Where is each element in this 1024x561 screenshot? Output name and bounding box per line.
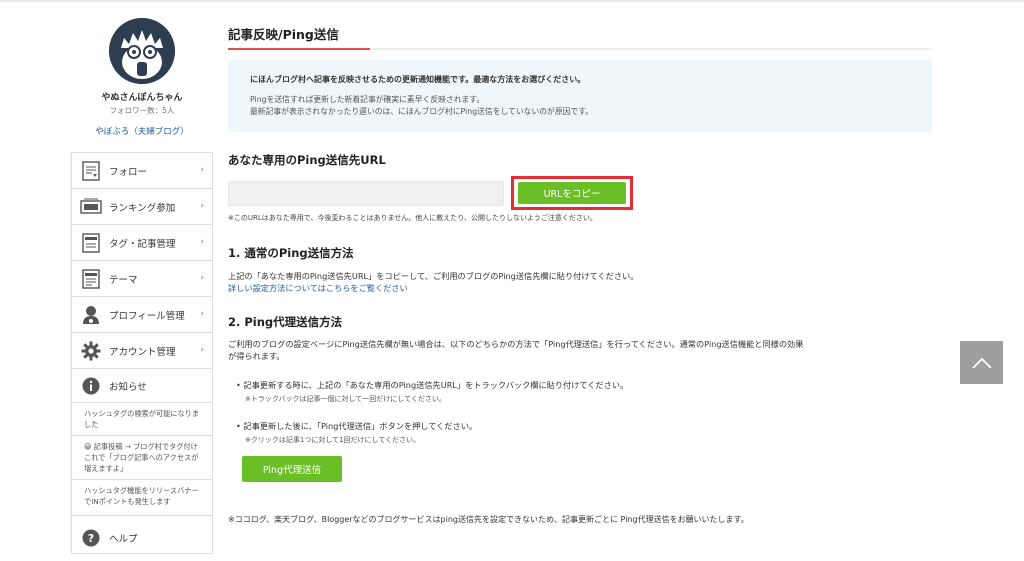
bullet-note: ※トラックバックは記事一個に対して一回だけにしてください。 xyxy=(245,395,446,403)
help-icon: ? xyxy=(80,527,102,549)
profile-icon xyxy=(80,304,102,326)
info-box: にほんブログ村へ記事を反映させるための更新通知機能です。最適な方法をお選びくださ… xyxy=(228,60,932,132)
info-line: Pingを送信すれば更新した新着記事が確実に素早く反映されます。 xyxy=(250,95,485,104)
banner-icon xyxy=(80,196,102,218)
info-line: 最新記事が表示されなかったり遅いのは、にほんブログ村にPing送信をしていないの… xyxy=(250,107,594,116)
footer-note: ※ココログ、楽天ブログ、Bloggerなどのブログサービスはping送信先を設定… xyxy=(228,515,749,524)
username: やぬさんぼんちゃん xyxy=(101,93,183,103)
scroll-to-top-button[interactable] xyxy=(960,341,1003,384)
sidebar-item-ranking[interactable]: ランキング参加 › xyxy=(72,189,212,225)
title-underline xyxy=(228,48,932,50)
bullet-proxy: • 記事更新した後に、「Ping代理送信」ボタンを押してください。 xyxy=(236,421,478,431)
sidebar: やぬさんぼんちゃん フォロワー数：5人 やぼぶろ（夫婦ブログ） フォロー › ラ… xyxy=(71,10,213,554)
sidebar-item-label: テーマ xyxy=(109,274,138,286)
chevron-right-icon: › xyxy=(200,201,204,211)
info-icon xyxy=(80,375,102,397)
bullet-trackback: • 記事更新する時に、上記の「あなた専用のPing送信先URL」をトラックバック… xyxy=(236,380,629,390)
sidebar-item-label: アカウント管理 xyxy=(109,346,176,358)
follower-count: フォロワー数：5人 xyxy=(109,106,175,115)
news-item[interactable]: ハッシュタグ機能をリリースバナーでINポイントも発生します xyxy=(72,480,212,516)
sidebar-item-follow[interactable]: フォロー › xyxy=(72,153,212,189)
section2-title: 2. Ping代理送信方法 xyxy=(228,315,343,329)
avatar[interactable] xyxy=(109,18,175,84)
chevron-right-icon: › xyxy=(200,345,204,355)
copy-button-highlight: URLをコピー xyxy=(511,176,633,210)
sidebar-item-profile[interactable]: プロフィール管理 › xyxy=(72,297,212,333)
post-icon xyxy=(80,232,102,254)
section2-text: が得られます。 xyxy=(228,351,285,361)
news-item[interactable]: 😀 記事投稿 → ブログ村でタグ付け これで「ブログ記事へのアクセスが増えますよ… xyxy=(72,436,212,480)
reader-icon xyxy=(80,160,102,182)
setup-guide-link[interactable]: 詳しい設定方法についてはこちらをご覧ください xyxy=(228,282,932,294)
chevron-right-icon: › xyxy=(200,273,204,283)
url-note: ※このURLはあなた専用で、今後変わることはありません。他人に教えたり、公開した… xyxy=(228,214,597,222)
ping-proxy-send-button[interactable]: Ping代理送信 xyxy=(242,456,342,482)
section1-title: 1. 通常のPing送信方法 xyxy=(228,246,354,260)
page-title: 記事反映/Ping送信 xyxy=(228,27,339,42)
top-border xyxy=(0,0,1024,2)
sidebar-item-label: ランキング参加 xyxy=(109,202,176,214)
chevron-right-icon: › xyxy=(200,237,204,247)
theme-icon xyxy=(80,268,102,290)
sidebar-item-label: タグ・記事管理 xyxy=(109,238,176,250)
info-lead: にほんブログ村へ記事を反映させるための更新通知機能です。最適な方法をお選びくださ… xyxy=(250,75,586,84)
chevron-up-icon xyxy=(971,357,992,369)
avatar-face-icon xyxy=(109,18,175,84)
news-header: お知らせ xyxy=(72,369,212,403)
section2-text: ご利用のブログの設定ページにPing送信先欄が無い場合は、以下のどちらかの方法で… xyxy=(228,339,804,349)
url-section-title: あなた専用のPing送信先URL xyxy=(228,153,386,167)
sidebar-menu: フォロー › ランキング参加 › タグ・記事管理 › テーマ › プロフィール管… xyxy=(71,152,213,554)
help-label: ヘルプ xyxy=(109,533,138,545)
section1-text: 上記の「あなた専用のPing送信先URL」をコピーして、ご利用のブログのPing… xyxy=(228,271,639,281)
sidebar-item-label: フォロー xyxy=(109,166,148,178)
sidebar-item-help[interactable]: ? ヘルプ xyxy=(72,516,212,554)
chevron-right-icon: › xyxy=(200,309,204,319)
url-row: URLをコピー xyxy=(228,176,932,210)
news-title: お知らせ xyxy=(109,381,147,393)
copy-url-button[interactable]: URLをコピー xyxy=(518,182,626,204)
bullet-note: ※クリックは記事1つに対して1回だけにしてください。 xyxy=(245,436,421,444)
gear-icon xyxy=(80,340,102,362)
ping-url-field[interactable] xyxy=(228,180,504,206)
news-item[interactable]: ハッシュタグの検索が可能になりました xyxy=(72,403,212,436)
sidebar-item-tags[interactable]: タグ・記事管理 › xyxy=(72,225,212,261)
main-content: 記事反映/Ping送信 にほんブログ村へ記事を反映させるための更新通知機能です。… xyxy=(228,10,932,525)
sidebar-item-label: プロフィール管理 xyxy=(109,310,185,322)
sidebar-item-account[interactable]: アカウント管理 › xyxy=(72,333,212,369)
sidebar-item-theme[interactable]: テーマ › xyxy=(72,261,212,297)
chevron-right-icon: › xyxy=(200,165,204,175)
svg-text:?: ? xyxy=(88,532,94,545)
blog-link[interactable]: やぼぶろ（夫婦ブログ） xyxy=(71,125,213,137)
